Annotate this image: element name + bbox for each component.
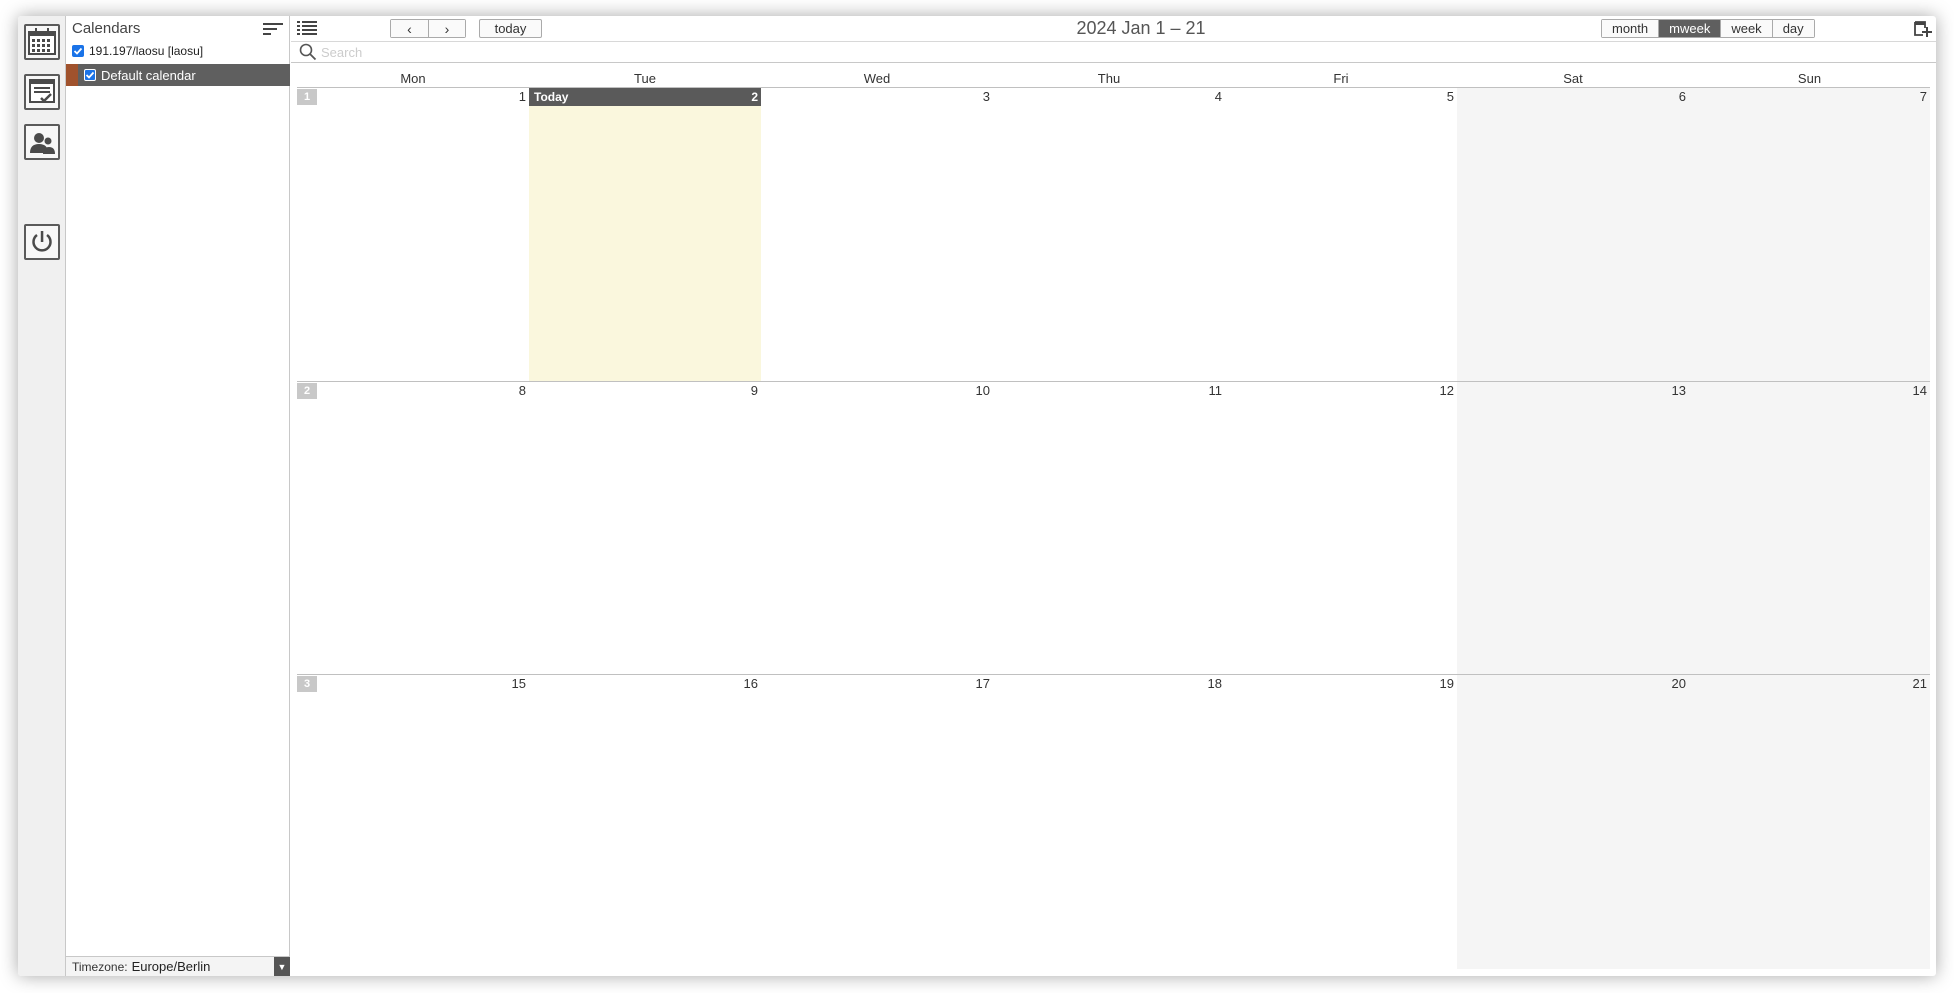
tasks-app-icon[interactable] <box>24 74 60 110</box>
day-number[interactable]: 18 <box>1208 675 1222 693</box>
day-number[interactable]: 3 <box>983 88 990 106</box>
day-number[interactable]: 17 <box>976 675 990 693</box>
day-cell-weekend[interactable]: 6 <box>1457 88 1689 381</box>
day-cell[interactable]: 9 <box>529 382 761 674</box>
next-button[interactable]: › <box>428 20 465 37</box>
day-number[interactable]: 13 <box>1672 382 1686 400</box>
logout-power-icon[interactable] <box>24 224 60 260</box>
view-day-button[interactable]: day <box>1771 20 1814 37</box>
week-row: 1 1 Today 2 3 4 5 6 7 <box>297 88 1930 382</box>
prev-button[interactable]: ‹ <box>391 20 428 37</box>
weekday-header-thu: Thu <box>1097 71 1121 86</box>
day-number[interactable]: 20 <box>1672 675 1686 693</box>
search-bar <box>291 41 1936 63</box>
weekday-header-sun: Sun <box>1797 71 1822 86</box>
day-number[interactable]: 11 <box>1209 382 1223 400</box>
search-icon <box>299 43 317 61</box>
weekday-header-wed: Wed <box>863 71 891 86</box>
calendars-sidebar: Calendars 191.197/laosu [laosu] Default … <box>66 16 290 976</box>
weekday-header-fri: Fri <box>1333 71 1349 86</box>
day-number[interactable]: 14 <box>1913 382 1927 400</box>
day-number[interactable]: 4 <box>1215 88 1222 106</box>
day-cell[interactable]: 3 15 <box>297 675 529 969</box>
calendar-label: Default calendar <box>101 67 196 83</box>
month-week-grid: Mon Tue Wed Thu Fri Sat Sun 1 1 Today 2 <box>297 70 1930 970</box>
sidebar-title: Calendars <box>72 20 141 37</box>
day-number[interactable]: 12 <box>1440 382 1454 400</box>
day-cell[interactable]: 16 <box>529 675 761 969</box>
calendar-app-icon[interactable] <box>24 24 60 60</box>
add-event-icon[interactable] <box>1912 18 1932 38</box>
list-view-icon[interactable] <box>297 20 317 36</box>
view-mweek-button[interactable]: mweek <box>1658 20 1721 37</box>
weekday-header-sat: Sat <box>1563 71 1583 86</box>
day-number[interactable]: 21 <box>1913 675 1927 693</box>
day-cell[interactable]: 2 8 <box>297 382 529 674</box>
day-cell[interactable]: 3 <box>761 88 993 381</box>
day-cell[interactable]: 18 <box>993 675 1225 969</box>
view-switcher: month mweek week day <box>1601 19 1815 38</box>
account-label: 191.197/laosu [laosu] <box>89 44 204 58</box>
date-range-title: 2024 Jan 1 – 21 <box>1076 18 1206 38</box>
week-number[interactable]: 2 <box>297 383 317 399</box>
day-cell[interactable]: 5 <box>1225 88 1457 381</box>
day-cell[interactable]: 19 <box>1225 675 1457 969</box>
day-number[interactable]: 8 <box>519 382 526 400</box>
day-number[interactable]: 15 <box>512 675 526 693</box>
weekday-header-row: Mon Tue Wed Thu Fri Sat Sun <box>297 70 1930 88</box>
contacts-app-icon[interactable] <box>24 124 60 160</box>
day-number[interactable]: 6 <box>1679 88 1686 106</box>
timezone-selector[interactable]: Timezone: Europe/Berlin ▼ <box>66 956 290 976</box>
day-number[interactable]: 7 <box>1920 88 1927 106</box>
app-icon-bar <box>18 16 66 976</box>
timezone-value[interactable]: Europe/Berlin <box>132 959 274 974</box>
week-row: 2 8 9 10 11 12 13 14 <box>297 382 1930 675</box>
view-month-button[interactable]: month <box>1602 20 1659 37</box>
day-cell-weekend[interactable]: 20 <box>1457 675 1689 969</box>
app-window: Calendars 191.197/laosu [laosu] Default … <box>18 16 1936 976</box>
calendar-color-swatch <box>66 64 78 86</box>
calendar-checkbox[interactable] <box>84 69 96 81</box>
day-cell-weekend[interactable]: 7 <box>1689 88 1930 381</box>
day-number[interactable]: 9 <box>751 382 758 400</box>
nav-button-group: ‹ › <box>390 19 466 38</box>
day-cell[interactable]: 11 <box>993 382 1225 674</box>
day-number[interactable]: 10 <box>976 382 990 400</box>
today-label: Today <box>534 90 569 104</box>
today-header[interactable]: Today 2 <box>529 88 761 106</box>
day-cell[interactable]: 17 <box>761 675 993 969</box>
day-cell[interactable]: 4 <box>993 88 1225 381</box>
view-week-button[interactable]: week <box>1720 20 1772 37</box>
week-number[interactable]: 3 <box>297 676 317 692</box>
weekday-header-tue: Tue <box>634 71 656 86</box>
day-number[interactable]: 16 <box>744 675 758 693</box>
day-number[interactable]: 5 <box>1447 88 1454 106</box>
account-checkbox[interactable] <box>72 45 84 57</box>
calendar-item-default[interactable]: Default calendar <box>66 64 290 86</box>
day-number[interactable]: 1 <box>519 88 526 106</box>
day-cell-weekend[interactable]: 21 <box>1689 675 1930 969</box>
day-cell[interactable]: 10 <box>761 382 993 674</box>
account-row[interactable]: 191.197/laosu [laosu] <box>66 41 290 61</box>
sort-icon[interactable] <box>263 20 283 36</box>
calendar-main: ‹ › today 2024 Jan 1 – 21 month mweek we… <box>291 16 1936 976</box>
week-number[interactable]: 1 <box>297 89 317 105</box>
today-button[interactable]: today <box>479 19 542 38</box>
day-cell-weekend[interactable]: 14 <box>1689 382 1930 674</box>
day-cell[interactable]: 1 1 <box>297 88 529 381</box>
day-cell[interactable]: 12 <box>1225 382 1457 674</box>
search-input[interactable] <box>321 44 721 60</box>
calendar-toolbar: ‹ › today 2024 Jan 1 – 21 month mweek we… <box>291 16 1936 41</box>
week-row: 3 15 16 17 18 19 20 21 <box>297 675 1930 969</box>
timezone-label: Timezone: <box>72 959 128 974</box>
dropdown-arrow-icon[interactable]: ▼ <box>274 956 290 976</box>
day-number[interactable]: 19 <box>1440 675 1454 693</box>
weekday-header-mon: Mon <box>400 71 426 86</box>
day-cell-today[interactable]: Today 2 <box>529 88 761 381</box>
day-cell-weekend[interactable]: 13 <box>1457 382 1689 674</box>
day-number[interactable]: 2 <box>751 88 758 106</box>
